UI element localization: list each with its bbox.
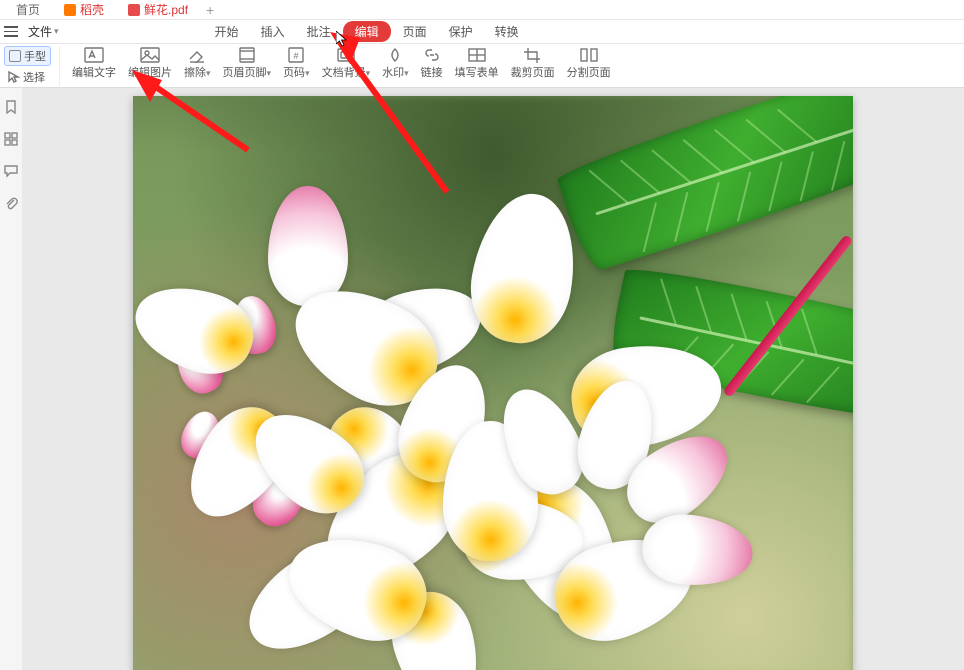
- file-menu[interactable]: 文件 ▾: [24, 21, 63, 42]
- flower-cluster-image: [173, 216, 693, 646]
- app-icon: [64, 4, 76, 16]
- tab-home[interactable]: 首页: [4, 0, 52, 19]
- rb-crop-page[interactable]: 裁剪页面: [505, 46, 561, 80]
- edit-text-icon: [83, 46, 105, 64]
- tab-add-button[interactable]: +: [200, 0, 220, 19]
- rb-label: 分割页面: [567, 64, 611, 80]
- split-icon: [578, 46, 600, 64]
- rb-fill-form[interactable]: 填写表单: [449, 46, 505, 80]
- tool-select[interactable]: 选择: [4, 68, 51, 86]
- header-footer-icon: [236, 46, 258, 64]
- thumbnails-icon[interactable]: [4, 132, 18, 146]
- menu-item-convert[interactable]: 转换: [485, 21, 529, 42]
- mouse-cursor-icon: [336, 31, 348, 50]
- menu-item-protect[interactable]: 保护: [439, 21, 483, 42]
- rb-watermark[interactable]: 水印▾: [376, 46, 415, 80]
- rb-header-footer[interactable]: 页眉页脚▾: [217, 46, 278, 80]
- form-icon: [466, 46, 488, 64]
- rb-label: 页码▾: [283, 64, 310, 80]
- rb-label: 页眉页脚▾: [223, 64, 272, 80]
- viewport[interactable]: [22, 88, 964, 670]
- left-strip: [0, 88, 22, 210]
- menu-item-insert[interactable]: 插入: [251, 21, 295, 42]
- edit-image-icon: [139, 46, 161, 64]
- tool-hand[interactable]: 手型: [4, 46, 51, 66]
- rb-label: 裁剪页面: [511, 64, 555, 80]
- rb-label: 水印▾: [382, 64, 409, 80]
- rb-label: 链接: [421, 64, 443, 80]
- rb-edit-text[interactable]: 编辑文字: [66, 46, 122, 80]
- tab-doc1[interactable]: 稻壳: [52, 0, 116, 19]
- tool-label: 手型: [24, 48, 46, 64]
- rb-label: 编辑图片: [128, 64, 172, 80]
- rb-edit-image[interactable]: 编辑图片: [122, 46, 178, 80]
- erase-icon: [186, 46, 208, 64]
- tool-label: 选择: [23, 69, 45, 85]
- tab-label: 稻壳: [80, 1, 104, 18]
- chevron-down-icon: ▾: [54, 26, 59, 37]
- page-number-icon: #: [285, 46, 307, 64]
- menu-item-annot[interactable]: 批注: [297, 21, 341, 42]
- hamburger-icon[interactable]: [4, 25, 18, 39]
- ribbon: 手型 选择 编辑文字 编辑图片 擦除▾ 页眉页脚▾: [0, 44, 964, 88]
- watermark-icon: [384, 46, 406, 64]
- comment-panel-icon[interactable]: [4, 164, 18, 178]
- rb-label: 文档背景▾: [322, 64, 371, 80]
- menu-items: 开始 插入 批注 编辑 页面 保护 转换: [205, 21, 529, 42]
- rb-label: 填写表单: [455, 64, 499, 80]
- rb-doc-background[interactable]: 文档背景▾: [316, 46, 377, 80]
- crop-icon: [522, 46, 544, 64]
- rb-page-number[interactable]: # 页码▾: [277, 46, 316, 80]
- tab-bar: 首页 稻壳 鲜花.pdf +: [0, 0, 964, 20]
- pdf-page: [133, 96, 853, 670]
- cursor-icon: [8, 71, 20, 83]
- attachment-icon[interactable]: [4, 196, 18, 210]
- menu-item-start[interactable]: 开始: [205, 21, 249, 42]
- svg-text:#: #: [294, 51, 299, 61]
- rb-split-page[interactable]: 分割页面: [561, 46, 617, 80]
- link-icon: [421, 46, 443, 64]
- rb-erase[interactable]: 擦除▾: [178, 46, 217, 80]
- pdf-icon: [128, 4, 140, 16]
- rb-label: 编辑文字: [72, 64, 116, 80]
- file-label: 文件: [28, 23, 52, 40]
- menu-bar: 文件 ▾ 开始 插入 批注 编辑 页面 保护 转换: [0, 20, 964, 44]
- rb-label: 擦除▾: [184, 64, 211, 80]
- hand-icon: [9, 50, 21, 62]
- tab-label: 鲜花.pdf: [144, 1, 188, 18]
- tab-label: 首页: [16, 1, 40, 18]
- rb-link[interactable]: 链接: [415, 46, 449, 80]
- menu-item-page[interactable]: 页面: [393, 21, 437, 42]
- bookmark-icon[interactable]: [4, 100, 18, 114]
- menu-item-edit[interactable]: 编辑: [343, 21, 391, 42]
- tab-doc2[interactable]: 鲜花.pdf: [116, 0, 200, 19]
